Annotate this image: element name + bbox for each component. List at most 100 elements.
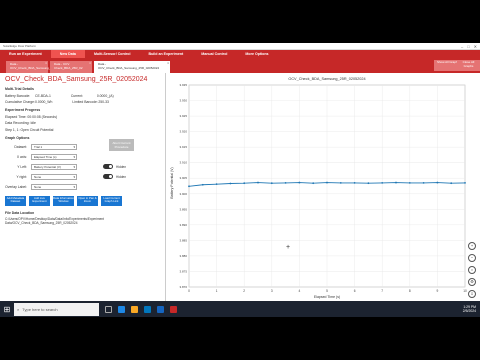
edge-icon[interactable] [118,305,125,313]
x-tick-label: 8 [409,289,411,293]
chart-panel: 0 1 2 3 4 5 6 7 8 9 10 3.870 3.875 3.880 3.885 3.890 3.8… [167,73,467,301]
x-tick-label: 7 [381,289,383,293]
data-point [188,185,190,188]
data-point [270,182,273,185]
search-icon: ⌕ [17,306,20,312]
data-point [298,181,301,184]
y-tick-label: 3.930 [179,99,187,103]
detail-row: Battery Barcode: CE-BDA-1 Current: 0.0000_(… [5,94,159,98]
load-graph-link-button[interactable]: Load Current Graph Link [101,195,122,206]
menu-multi-sensor[interactable]: Multi-Sensor/ Control [85,50,140,58]
data-point [353,181,356,184]
app-taskbar-icon[interactable] [170,305,177,313]
close-all-graphs-button[interactable]: Close All Graphs [457,60,480,71]
graph-option-row: Dataset: Trial 1 ▾ [5,143,159,150]
tab-label: Data - OCV_Check_BDA_Samsung_25R_0205202… [98,62,160,70]
add-metadata-button[interactable]: Add Metadata Dataset [5,195,26,206]
detail-value: 0.0000_Wh [35,100,53,104]
windows-taskbar: ⊞ ⌕ Type here to search 1:29 PM 2/5/2024 [0,301,480,317]
x-axis-label: Elapsed Time (s) [314,295,340,299]
data-point [408,181,411,184]
menu-build-experiment[interactable]: Build an Experiment [139,50,192,58]
chevron-down-icon: ▾ [73,154,75,159]
detail-key: Cumulative Charge: [5,100,35,104]
data-point [464,181,466,184]
y-tick-label: 3.915 [179,145,187,149]
toggle-label: Hidden [116,164,127,169]
mail-icon[interactable] [157,305,164,313]
close-icon[interactable]: ✕ [474,44,477,49]
menu-new-data[interactable]: New Data [50,50,85,58]
menu-more-options[interactable]: More Options [236,50,277,58]
open-pan-zoom-button[interactable]: Open in Pan & Zoom [77,195,98,206]
abort-procedure-button[interactable]: Abort Current Procedure [109,139,134,151]
data-location-path[interactable]: C:/Users/OPV/Home/Desktop/Data/Data/Info… [5,217,159,225]
windows-start-icon[interactable]: ⊞ [0,301,14,317]
data-information-button[interactable]: Data Information Window [53,195,74,206]
taskbar-search[interactable]: ⌕ Type here to search [14,302,99,316]
data-point [201,183,204,186]
data-point [257,181,259,184]
tab-data-3[interactable]: Data - OCV_Check_BDA_Samsung_25R_0205202… [94,61,170,73]
menu-run-experiment[interactable]: Run an Experiment [0,50,51,58]
y-right-toggle[interactable] [103,174,113,179]
dataset-select[interactable]: Trial 1 ▾ [31,143,77,150]
y-tick-label: 3.870 [179,285,187,289]
data-point [367,182,370,185]
y-tick-label: 3.925 [179,114,187,118]
overlay-label-select[interactable]: None ▾ [31,183,77,190]
chart-tools: + − ○ ⚙ ⇩ [466,238,478,298]
toggle-label: Hidden [116,174,127,179]
voltage-chart[interactable]: 0 1 2 3 4 5 6 7 8 9 103.8703.8753.8803.8853.8903.8… [167,73,467,301]
x-tick-label: 0 [188,289,190,293]
data-point [450,182,453,185]
x-tick-label: 2 [243,289,245,293]
y-left-toggle[interactable] [103,164,113,169]
file-explorer-icon[interactable] [131,305,138,313]
detail-value: 250-33 [98,100,109,104]
close-tab-icon[interactable]: × [167,61,169,66]
search-placeholder: Type here to search [22,306,58,312]
graph-option-row: Overlay Label: None ▾ [5,183,159,190]
select-value: None [34,174,42,179]
tab-data-1[interactable]: Data - OCV_Check_BDA_Samsung_25R × [6,61,56,73]
data-point [395,181,397,184]
add-live-experiment-button[interactable]: Add Live Experiment [29,195,50,206]
select-value: Trial 1 [34,144,43,149]
select-value: None [34,184,42,189]
system-tray[interactable]: 1:29 PM 2/5/2024 [463,305,480,313]
app-window: SolarEdge Flow Platform – □ ✕ Run an Exper… [0,43,480,301]
y-axis-label: Battery Potential (V) [170,167,174,198]
option-label: X axis: [16,154,27,159]
y-right-select[interactable]: None ▾ [31,173,77,180]
settings-icon[interactable]: ⚙ [468,278,476,286]
data-point [436,181,439,184]
data-point [339,181,342,184]
menu-manual-control[interactable]: Manual Control [192,50,236,58]
task-view-icon[interactable] [105,305,112,313]
x-axis-select[interactable]: Elapsed Time (s) ▾ [31,153,77,160]
store-icon[interactable] [144,305,151,313]
export-icon[interactable]: ⇩ [468,290,476,298]
minimize-icon[interactable]: – [461,44,463,49]
tab-data-2[interactable]: Data - CCV Check_BDA_25R_02 × [50,61,92,73]
reset-icon[interactable]: ○ [468,266,476,274]
section-heading: Experiment Progress [5,108,41,112]
graph-buttons: Add Metadata Dataset Add Live Experiment… [5,195,159,206]
progress-line: Data Recording: Idle [5,121,36,125]
maximize-icon[interactable]: □ [467,44,469,49]
data-point [422,181,425,184]
graph-option-row: Y Left: Battery Potential (V) ▾ Hidden [5,163,159,170]
zoom-in-icon[interactable]: + [468,242,476,250]
x-tick-label: 9 [437,289,439,293]
y-left-select[interactable]: Battery Potential (V) ▾ [31,163,77,170]
y-tick-label: 3.880 [179,254,187,258]
zoom-out-icon[interactable]: − [468,254,476,262]
panel-divider[interactable] [165,73,166,301]
close-tab-icon[interactable]: × [89,61,91,66]
data-point [243,182,246,185]
close-tab-icon[interactable]: × [45,61,47,66]
graph-option-row: Y right: None ▾ Hidden [5,173,159,180]
clock-date: 2/5/2024 [462,309,476,313]
x-tick-label: 4 [299,289,301,293]
